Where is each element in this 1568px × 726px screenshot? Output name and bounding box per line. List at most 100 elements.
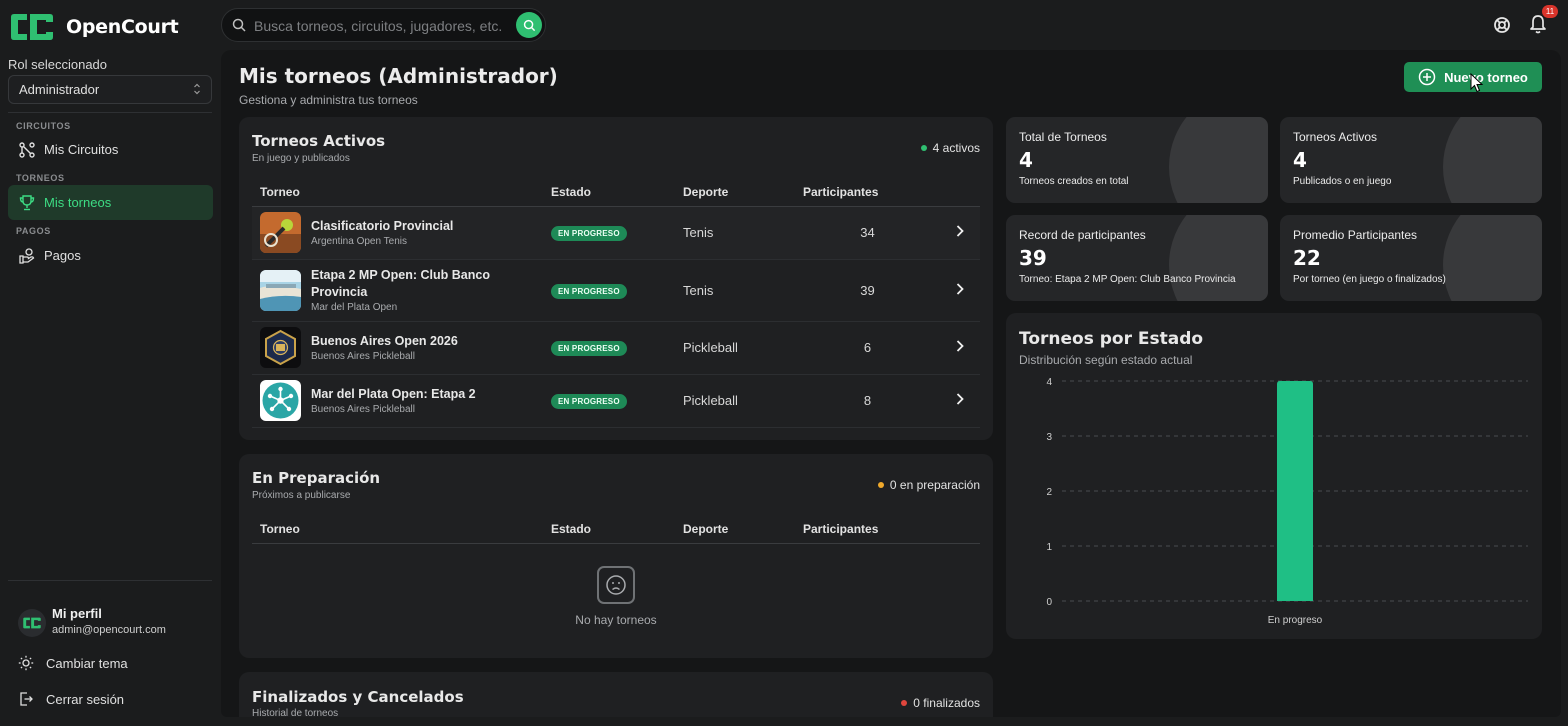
tournament-thumbnail-tennis — [260, 212, 301, 253]
tournament-participants: 34 — [795, 206, 940, 260]
section-label-torneos: TORNEOS — [16, 173, 65, 183]
chevron-up-down-icon — [194, 83, 200, 95]
main-content: Mis torneos (Administrador) Gestiona y a… — [221, 50, 1561, 717]
logout-label: Cerrar sesión — [46, 691, 125, 707]
theme-toggle-button[interactable]: Cambiar tema — [18, 651, 213, 675]
profile-link[interactable]: Mi perfil admin@opencourt.com — [18, 605, 213, 645]
search-icon — [232, 18, 246, 32]
stat-label: Torneos Activos — [1293, 130, 1378, 144]
logout-button[interactable]: Cerrar sesión — [18, 687, 213, 711]
card-title: Torneos Activos — [252, 132, 386, 150]
tournament-name: Mar del Plata Open: Etapa 2 — [311, 387, 476, 401]
tournament-sport: Tenis — [675, 259, 795, 322]
help-lifebuoy-icon[interactable] — [1492, 15, 1512, 35]
opencourt-logo-icon — [11, 14, 53, 40]
search-submit-icon — [523, 19, 535, 31]
chart-y-tick-label: 2 — [1046, 487, 1052, 498]
payment-hand-icon — [19, 247, 35, 264]
sidebar-item-circuitos[interactable]: Mis Circuitos — [8, 132, 213, 167]
chart-bar-en-progreso[interactable] — [1277, 381, 1313, 601]
chart-y-tick-label: 1 — [1046, 542, 1052, 553]
sad-face-icon — [597, 566, 635, 604]
stat-description: Torneos creados en total — [1019, 176, 1129, 187]
chevron-right-icon[interactable] — [955, 224, 965, 238]
profile-name: Mi perfil — [52, 606, 102, 621]
brand-logo[interactable]: OpenCourt — [8, 11, 179, 43]
sidebar-item-torneos[interactable]: Mis torneos — [8, 185, 213, 220]
search-button[interactable] — [516, 12, 542, 38]
stat-value: 4 — [1293, 148, 1307, 172]
stat-card-total: Total de Torneos 4 Torneos creados en to… — [1006, 117, 1268, 203]
active-count-label: 4 activos — [932, 141, 980, 155]
status-chart-card: Torneos por Estado Distribución según es… — [1006, 313, 1542, 639]
status-dot — [901, 700, 908, 706]
tournament-thumbnail-badge — [260, 327, 301, 368]
circuit-nodes-icon — [19, 141, 35, 158]
stat-card-decoration — [1169, 117, 1268, 203]
tournament-participants: 39 — [795, 259, 940, 322]
status-dot — [920, 145, 927, 151]
stat-value: 39 — [1019, 246, 1047, 270]
stat-value: 22 — [1293, 246, 1321, 270]
tournament-name: Clasificatorio Provincial — [311, 219, 454, 233]
avatar-logo-icon — [23, 617, 41, 629]
table-row[interactable]: Etapa 2 MP Open: Club Banco Provincia Ma… — [252, 259, 980, 322]
card-subtitle: Historial de torneos — [252, 708, 339, 717]
plus-circle-icon — [1418, 68, 1436, 86]
chevron-right-icon[interactable] — [955, 282, 965, 296]
chevron-right-icon[interactable] — [955, 392, 965, 406]
tournament-sport: Pickleball — [675, 321, 795, 375]
page-title: Mis torneos (Administrador) — [239, 64, 558, 88]
stat-card-record: Record de participantes 39 Torneo: Etapa… — [1006, 215, 1268, 301]
status-badge: EN PROGRESO — [551, 394, 627, 409]
trophy-icon — [19, 194, 35, 210]
tournament-circuit: Mar del Plata Open — [311, 302, 398, 313]
stat-card-active: Torneos Activos 4 Publicados o en juego — [1280, 117, 1542, 203]
chart-y-tick-label: 4 — [1046, 377, 1052, 388]
stat-value: 4 — [1019, 148, 1033, 172]
active-tournaments-table: Torneo Estado Deporte Participantes Clas… — [252, 178, 980, 428]
table-row[interactable]: Clasificatorio Provincial Argentina Open… — [252, 206, 980, 260]
column-header-estado: Estado — [543, 178, 675, 207]
section-label-pagos: PAGOS — [16, 226, 51, 236]
chevron-right-icon[interactable] — [955, 339, 965, 353]
stat-card-decoration — [1443, 215, 1542, 301]
new-tournament-label: Nuevo torneo — [1444, 69, 1528, 85]
theme-toggle-label: Cambiar tema — [46, 655, 128, 671]
table-row[interactable]: Buenos Aires Open 2026 Buenos Aires Pick… — [252, 321, 980, 375]
column-header-estado: Estado — [543, 515, 675, 544]
tournament-circuit: Buenos Aires Pickleball — [311, 404, 415, 415]
column-header-torneo: Torneo — [252, 178, 543, 207]
column-header-action — [940, 178, 980, 207]
sidebar-item-pagos[interactable]: Pagos — [8, 238, 213, 273]
preparation-card: En Preparación Próximos a publicarse 0 e… — [239, 454, 993, 658]
status-dot — [877, 482, 884, 488]
top-bar: OpenCourt 11 — [0, 0, 1568, 50]
role-select-value: Administrador — [19, 82, 100, 97]
card-subtitle: En juego y publicados — [252, 153, 350, 164]
avatar — [18, 609, 46, 637]
sidebar-divider — [8, 580, 212, 581]
sidebar: Rol seleccionado Administrador CIRCUITOS… — [0, 50, 221, 726]
preparation-table: Torneo Estado Deporte Participantes — [252, 515, 980, 544]
column-header-torneo: Torneo — [252, 515, 543, 544]
status-badge: EN PROGRESO — [551, 226, 627, 241]
empty-state-text: No hay torneos — [575, 613, 657, 627]
search-input[interactable] — [254, 15, 509, 37]
tournament-sport: Pickleball — [675, 374, 795, 428]
preparation-count: 0 en preparación — [877, 478, 980, 492]
tournament-name: Etapa 2 MP Open: Club Banco Provincia — [311, 268, 490, 299]
table-row[interactable]: Mar del Plata Open: Etapa 2 Buenos Aires… — [252, 374, 980, 428]
tournament-participants: 6 — [795, 321, 940, 375]
sidebar-item-label: Mis Circuitos — [44, 142, 119, 157]
column-header-deporte: Deporte — [675, 178, 795, 207]
stat-card-decoration — [1443, 117, 1542, 203]
logout-icon — [20, 692, 33, 706]
chart-y-tick-label: 3 — [1046, 432, 1052, 443]
role-label: Rol seleccionado — [8, 57, 108, 72]
column-header-participantes: Participantes — [795, 178, 940, 207]
active-tournaments-card: Torneos Activos En juego y publicados 4 … — [239, 117, 993, 440]
role-select[interactable]: Administrador — [8, 75, 212, 104]
active-count: 4 activos — [920, 141, 980, 155]
stat-card-decoration — [1169, 215, 1268, 301]
